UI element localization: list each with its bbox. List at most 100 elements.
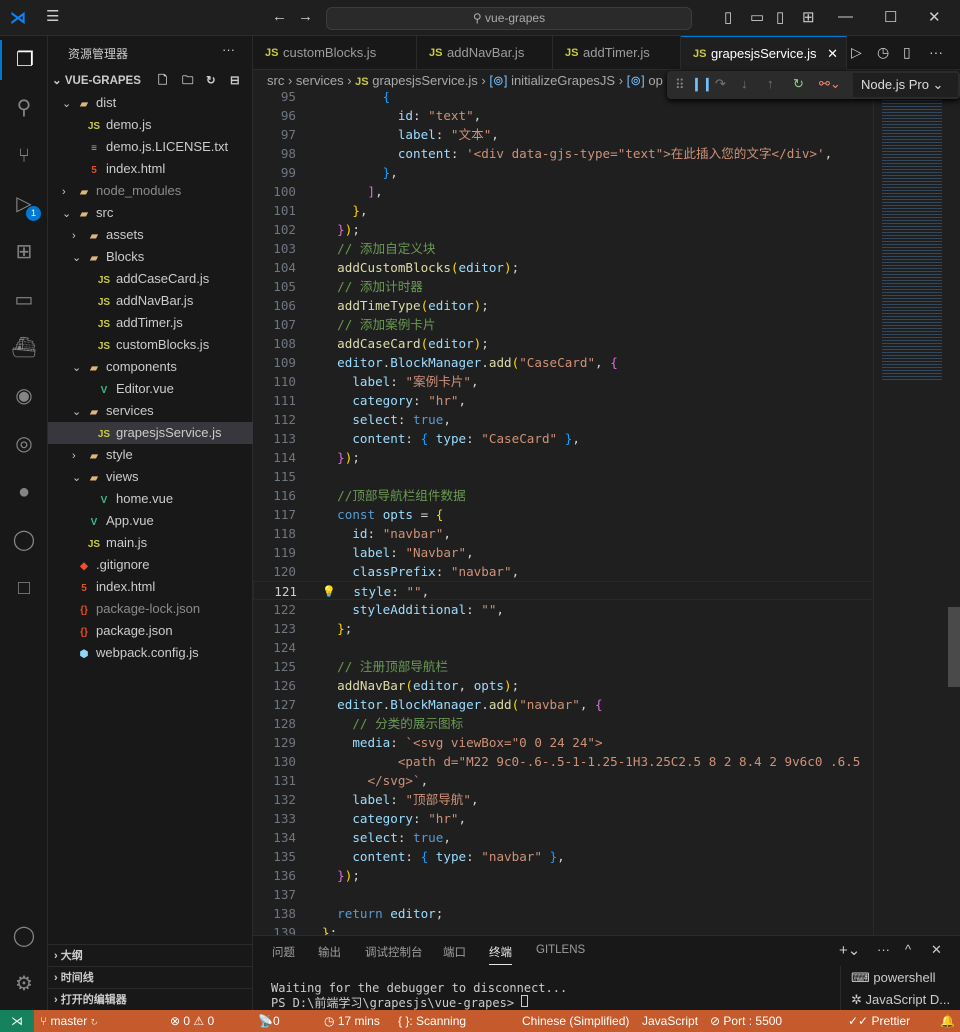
- git-graph-icon[interactable]: ◎: [0, 424, 48, 464]
- tab-gitlens[interactable]: GITLENS: [536, 944, 585, 956]
- toggle-secondary-sidebar-icon[interactable]: ▯: [776, 8, 784, 26]
- tree-item[interactable]: Vhome.vue: [48, 488, 253, 510]
- split-editor-icon[interactable]: ▯: [903, 44, 911, 61]
- new-terminal-icon[interactable]: +⌄: [839, 941, 860, 959]
- tree-item[interactable]: {} package.json: [48, 620, 253, 642]
- tree-item[interactable]: JS demo.js: [48, 114, 253, 136]
- tree-item[interactable]: JS addNavBar.js: [48, 290, 253, 312]
- breadcrumb-item[interactable]: initializeGrapesJS: [511, 73, 615, 88]
- layout-icon[interactable]: ⊞: [802, 8, 815, 26]
- tree-item[interactable]: › ▰ style: [48, 444, 253, 466]
- docker-icon[interactable]: ⛴: [0, 328, 48, 368]
- close-panel-icon[interactable]: ✕: [931, 942, 942, 958]
- search-icon[interactable]: ⚲: [0, 88, 48, 128]
- scrollbar-thumb[interactable]: [948, 607, 960, 687]
- tree-item[interactable]: ≡ demo.js.LICENSE.txt: [48, 136, 253, 158]
- toggle-panel-icon[interactable]: ▭: [750, 8, 764, 26]
- tree-item[interactable]: JS addTimer.js: [48, 312, 253, 334]
- pause-icon[interactable]: ❙❙: [691, 76, 713, 92]
- session-powershell[interactable]: ⌨ powershell: [851, 970, 936, 986]
- live-server-port[interactable]: ⊘ Port : 5500: [710, 1010, 782, 1032]
- settings-gear-icon[interactable]: ⚙: [0, 964, 48, 1004]
- section-timeline[interactable]: › 时间线: [48, 966, 253, 988]
- restart-icon[interactable]: ↻: [793, 76, 804, 92]
- collapse-all-icon[interactable]: ⊟: [230, 70, 240, 92]
- tab-ports[interactable]: 端口: [443, 944, 466, 960]
- section-open-editors[interactable]: › 打开的编辑器: [48, 988, 253, 1010]
- terminal-prompt[interactable]: PS D:\前端学习\grapesjs\vue-grapes>: [271, 994, 529, 1011]
- timeline-icon[interactable]: ◯: [0, 520, 48, 560]
- problems-button[interactable]: ⊗ 0 ⚠ 0: [170, 1010, 214, 1032]
- ports-button[interactable]: 📡0: [258, 1010, 280, 1032]
- scanning-status[interactable]: { }: Scanning: [398, 1010, 466, 1032]
- breadcrumb-item[interactable]: src: [267, 73, 284, 88]
- tree-item[interactable]: ◆ .gitignore: [48, 554, 253, 576]
- extensions-icon[interactable]: ⊞: [0, 232, 48, 272]
- new-file-icon[interactable]: 🗋: [158, 70, 167, 92]
- maximize-panel-icon[interactable]: ^: [905, 942, 911, 957]
- live-share-icon[interactable]: ●: [0, 472, 48, 512]
- tree-item[interactable]: JS customBlocks.js: [48, 334, 253, 356]
- gitlens-icon[interactable]: ◉: [0, 376, 48, 416]
- workspace-root[interactable]: ⌄ VUE-GRAPES 🗋 🗀 ↻ ⊟: [48, 70, 253, 92]
- menu-icon[interactable]: ☰: [46, 7, 59, 25]
- tree-item[interactable]: {} package-lock.json: [48, 598, 253, 620]
- drag-handle-icon[interactable]: ⠿: [675, 77, 685, 93]
- disconnect-icon[interactable]: ⚯⌄: [819, 76, 841, 92]
- tree-item[interactable]: ⌄ ▰ views: [48, 466, 253, 488]
- tab-output[interactable]: 输出: [318, 944, 341, 960]
- new-folder-icon[interactable]: 🗀: [182, 70, 194, 92]
- prettier-status[interactable]: ✓✓ Prettier: [848, 1010, 910, 1032]
- tree-item[interactable]: › ▰ assets: [48, 224, 253, 246]
- tree-item[interactable]: ⌄ ▰ Blocks: [48, 246, 253, 268]
- close-window-button[interactable]: ✕: [928, 8, 941, 26]
- tree-item[interactable]: › ▰ node_modules: [48, 180, 253, 202]
- tree-item[interactable]: JS grapesjsService.js: [48, 422, 253, 444]
- tab-terminal[interactable]: 终端: [489, 944, 512, 965]
- step-into-icon[interactable]: ↓: [741, 76, 748, 91]
- more-actions-icon[interactable]: ···: [222, 42, 235, 57]
- remote-explorer-icon[interactable]: ▭: [0, 280, 48, 320]
- breadcrumb-item[interactable]: services: [296, 73, 344, 88]
- tree-item[interactable]: V Editor.vue: [48, 378, 253, 400]
- tree-item[interactable]: ⌄ ▰ components: [48, 356, 253, 378]
- tree-item[interactable]: V App.vue: [48, 510, 253, 532]
- step-out-icon[interactable]: ↑: [767, 76, 774, 91]
- breadcrumb-item[interactable]: op: [648, 73, 662, 88]
- tree-item[interactable]: JS main.js: [48, 532, 253, 554]
- language-mode[interactable]: JavaScript: [642, 1010, 698, 1032]
- close-tab-icon[interactable]: ✕: [827, 37, 838, 71]
- forward-icon[interactable]: →: [298, 8, 313, 25]
- minimap[interactable]: [873, 92, 960, 935]
- branch-button[interactable]: ⑂ master ↻: [40, 1010, 98, 1032]
- run-debug-icon[interactable]: ▷ 1: [0, 184, 48, 224]
- code-editor[interactable]: 95 {96 id: "text", 97 label: "文本", 98 cont…: [253, 92, 873, 935]
- maximize-button[interactable]: ☐: [884, 8, 897, 26]
- session-js-debug[interactable]: ✲ JavaScript D...: [851, 992, 950, 1008]
- tree-item[interactable]: 5 index.html: [48, 158, 253, 180]
- command-center-search[interactable]: ⚲ vue-grapes: [326, 7, 692, 30]
- tree-item[interactable]: JS addCaseCard.js: [48, 268, 253, 290]
- time-tracker[interactable]: ◷ 17 mins: [324, 1010, 380, 1032]
- tree-item[interactable]: ⬢ webpack.config.js: [48, 642, 253, 664]
- tree-item[interactable]: ⌄ ▰ services: [48, 400, 253, 422]
- tree-item[interactable]: 5 index.html: [48, 576, 253, 598]
- square-icon[interactable]: □: [0, 568, 48, 608]
- step-over-icon[interactable]: ↷: [715, 76, 726, 92]
- run-icon[interactable]: ▷: [851, 44, 862, 61]
- account-icon[interactable]: ◯: [0, 916, 48, 956]
- source-control-icon[interactable]: ⑂: [0, 136, 48, 176]
- tree-item[interactable]: ⌄ ▰ dist: [48, 92, 253, 114]
- refresh-icon[interactable]: ↻: [206, 70, 216, 92]
- tab-problems[interactable]: 问题: [272, 944, 295, 960]
- more-actions-icon[interactable]: ···: [929, 44, 943, 60]
- explorer-icon[interactable]: ❐: [0, 40, 48, 80]
- breadcrumb-item[interactable]: grapesjsService.js: [372, 73, 478, 88]
- back-icon[interactable]: ←: [272, 8, 287, 25]
- more-actions-icon[interactable]: ···: [877, 942, 890, 957]
- tab-debug-console[interactable]: 调试控制台: [365, 944, 423, 960]
- tab-grapesjsservice[interactable]: JS grapesjsService.js ✕: [681, 36, 847, 70]
- timeline-history-icon[interactable]: ◷: [877, 44, 889, 61]
- minimize-button[interactable]: —: [838, 8, 853, 25]
- debug-config-select[interactable]: Node.js Pro ⌄: [853, 73, 958, 97]
